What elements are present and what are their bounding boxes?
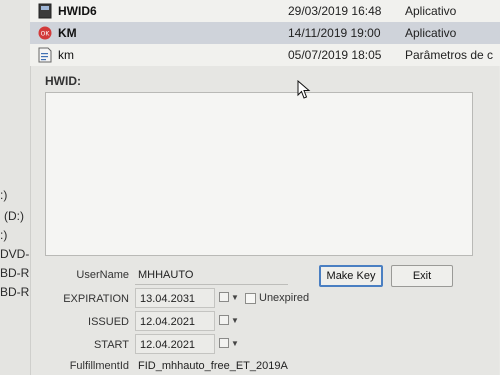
file-name: KM (58, 26, 77, 40)
make-key-button[interactable]: Make Key (319, 265, 383, 287)
chevron-down-icon: ▼ (231, 316, 239, 325)
svg-text:OK: OK (41, 31, 51, 38)
red-app-icon: OK (38, 26, 52, 40)
calendar-icon (219, 315, 229, 325)
username-label: UserName (76, 269, 129, 281)
file-row-km-config[interactable]: km 05/07/2019 18:05 Parâmetros de c (30, 44, 500, 66)
expiration-date-field[interactable]: 13.04.2031 (135, 288, 215, 308)
unexpired-label: Unexpired (259, 292, 310, 304)
issued-date-field[interactable]: 12.04.2021 (135, 311, 215, 331)
file-type: Aplicativo (405, 4, 457, 18)
expiration-label: EXPIRATION (63, 293, 129, 305)
start-calendar-dropdown[interactable]: ▼ (217, 335, 239, 353)
file-date: 05/07/2019 18:05 (288, 48, 382, 62)
file-name: HWID6 (58, 4, 97, 18)
file-date: 29/03/2019 16:48 (288, 4, 382, 18)
chevron-down-icon: ▼ (231, 339, 239, 348)
hwid-textarea[interactable] (45, 92, 473, 256)
chevron-down-icon: ▼ (231, 293, 239, 302)
mouse-cursor-icon (297, 80, 311, 99)
file-type: Parâmetros de c (405, 48, 494, 62)
start-date-field[interactable]: 12.04.2021 (135, 334, 215, 354)
issued-calendar-dropdown[interactable]: ▼ (217, 312, 239, 330)
file-date: 14/11/2019 19:00 (288, 26, 381, 40)
config-file-icon (38, 47, 52, 63)
expiration-calendar-dropdown[interactable]: ▼ (217, 289, 239, 307)
fulfillment-input[interactable]: FID_mhhauto_free_ET_2019A (135, 357, 338, 375)
exe-app-icon (38, 3, 52, 19)
drive-item[interactable]: :) (0, 228, 7, 242)
issued-label: ISSUED (88, 316, 129, 328)
username-input[interactable]: MHHAUTO (135, 266, 288, 285)
keygen-dialog: HWID: UserName MHHAUTO Make Key Exit EXP… (30, 66, 499, 375)
calendar-icon (219, 292, 229, 302)
file-type: Aplicativo (405, 26, 457, 40)
fulfillment-label: FulfillmentId (69, 360, 129, 372)
calendar-icon (219, 338, 229, 348)
file-name: km (58, 48, 74, 62)
hwid-label: HWID: (45, 74, 81, 88)
file-list: HWID6 29/03/2019 16:48 Aplicativo OK KM … (30, 0, 500, 66)
drive-item[interactable]: :) (0, 188, 7, 202)
unexpired-checkbox[interactable] (245, 293, 256, 304)
start-label: START (93, 339, 129, 351)
exit-button[interactable]: Exit (391, 265, 453, 287)
drive-item-d[interactable]: (D:) (4, 209, 24, 223)
file-row-hwid6[interactable]: HWID6 29/03/2019 16:48 Aplicativo (30, 0, 500, 22)
file-row-km-selected[interactable]: OK KM 14/11/2019 19:00 Aplicativo (30, 22, 500, 44)
